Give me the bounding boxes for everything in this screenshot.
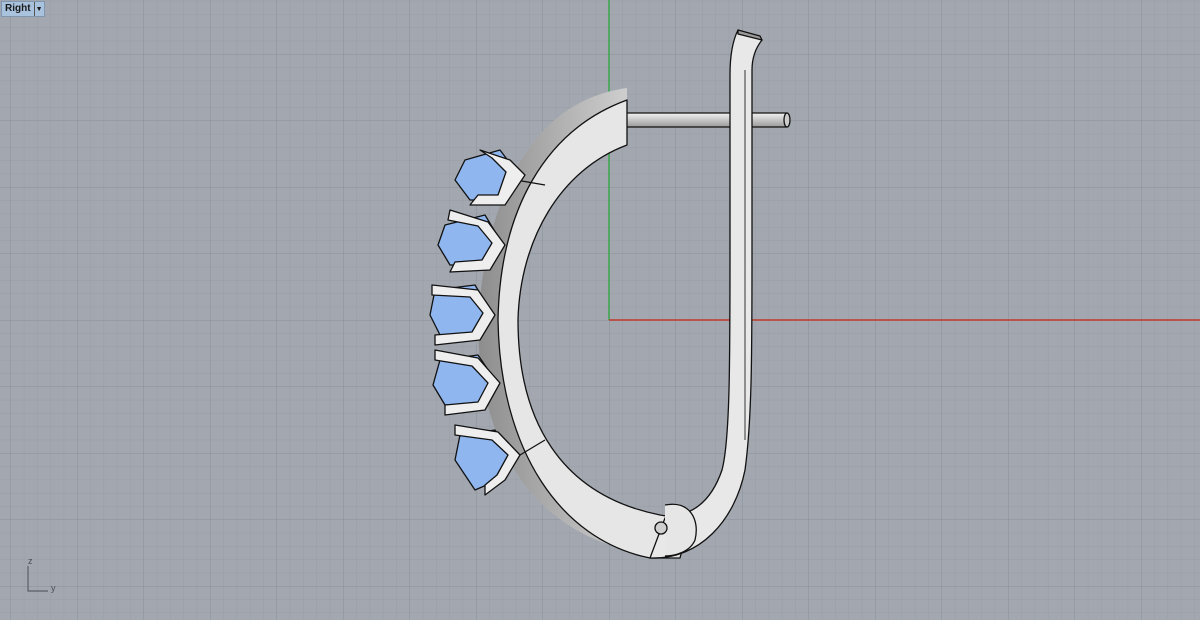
post-end bbox=[783, 112, 791, 128]
axis-label-z: z bbox=[28, 556, 33, 566]
viewport-name[interactable]: Right bbox=[2, 2, 34, 16]
hinge-pin bbox=[654, 521, 668, 535]
chevron-down-icon[interactable]: ▼ bbox=[33, 2, 44, 16]
earring-post bbox=[619, 112, 788, 128]
axis-label-y: y bbox=[51, 583, 56, 593]
viewport-title-tab[interactable]: Right ▼ bbox=[1, 1, 45, 17]
axis-widget: z y bbox=[24, 556, 64, 596]
viewport-canvas[interactable] bbox=[0, 0, 1200, 620]
